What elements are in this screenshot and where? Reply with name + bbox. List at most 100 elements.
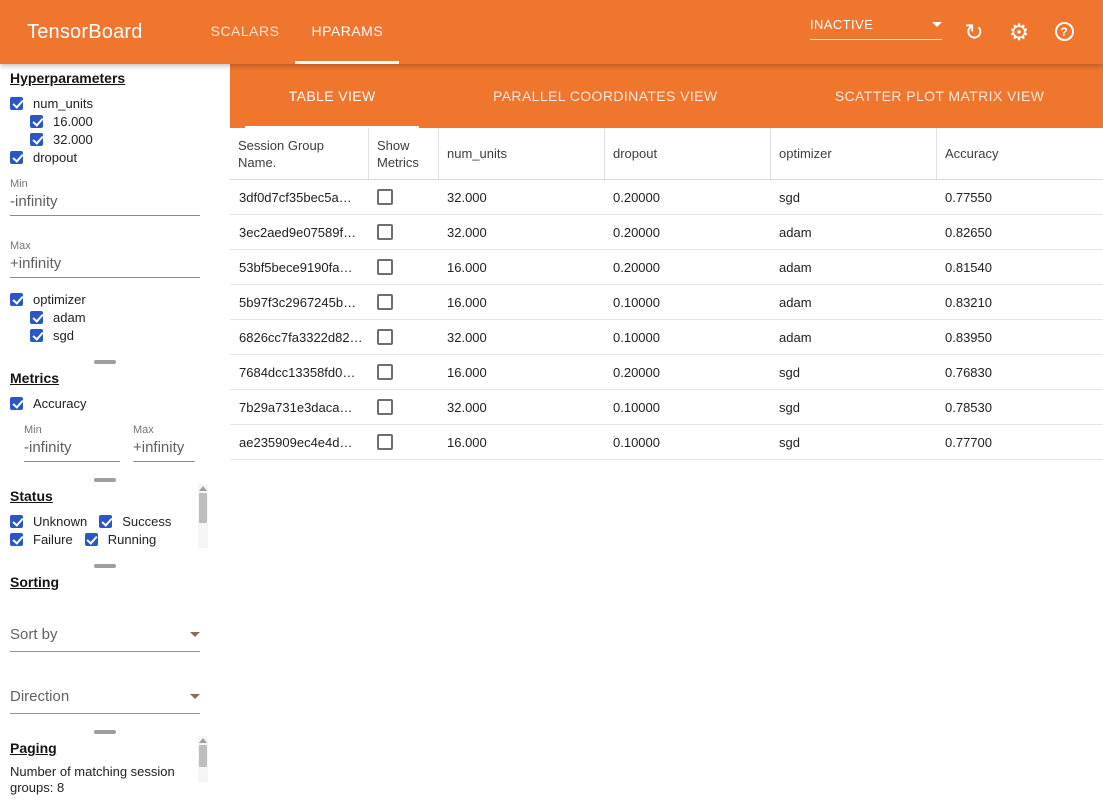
running-checkbox[interactable] (85, 533, 98, 546)
unknown-label: Unknown (33, 514, 87, 529)
sgd-checkbox[interactable] (30, 329, 43, 342)
hparam-optimizer-adam[interactable]: adam (30, 308, 200, 326)
show-metrics-checkbox[interactable] (377, 294, 393, 310)
dropout-checkbox[interactable] (10, 151, 23, 164)
show-metrics-checkbox[interactable] (377, 399, 393, 415)
show-metrics-checkbox[interactable] (377, 329, 393, 345)
session-group-name-cell: 53bf5bece9190fa… (230, 250, 368, 284)
help-icon[interactable]: ? (1051, 19, 1077, 45)
show-metrics-checkbox[interactable] (377, 434, 393, 450)
dropout-cell: 0.20000 (604, 250, 770, 284)
table-row[interactable]: ae235909ec4e4d… 16.000 0.10000 sgd 0.777… (230, 425, 1103, 460)
metric-accuracy[interactable]: Accuracy (10, 394, 200, 412)
num-units-16-checkbox[interactable] (30, 115, 43, 128)
metrics-panel: Metrics Accuracy Min -infinity Max +infi… (0, 364, 210, 462)
min-input[interactable]: -infinity (24, 439, 120, 462)
metrics-heading: Metrics (10, 370, 200, 386)
settings-icon[interactable]: ⚙ (1006, 19, 1032, 45)
tab-hparams[interactable]: HPARAMS (295, 0, 399, 64)
show-metrics-checkbox[interactable] (377, 224, 393, 240)
col-num-units[interactable]: num_units (438, 128, 604, 179)
dropout-cell: 0.10000 (604, 390, 770, 424)
num-units-32-label: 32.000 (53, 132, 93, 147)
table-row[interactable]: 3ec2aed9e07589f… 32.000 0.20000 adam 0.8… (230, 215, 1103, 250)
col-optimizer[interactable]: optimizer (770, 128, 936, 179)
direction-dropdown[interactable]: Direction (10, 688, 200, 714)
status-failure[interactable]: Failure (10, 530, 73, 548)
table-row[interactable]: 7684dcc13358fd0… 16.000 0.20000 sgd 0.76… (230, 355, 1103, 390)
table-row[interactable]: 7b29a731e3daca… 32.000 0.10000 sgd 0.785… (230, 390, 1103, 425)
min-label: Min (24, 424, 120, 436)
chevron-down-icon (190, 694, 200, 699)
accuracy-cell: 0.82650 (936, 215, 1103, 249)
max-input[interactable]: +infinity (10, 255, 200, 278)
sort-by-dropdown[interactable]: Sort by (10, 626, 200, 652)
failure-checkbox[interactable] (10, 533, 23, 546)
col-dropout[interactable]: dropout (604, 128, 770, 179)
session-group-name-cell: 3df0d7cf35bec5a… (230, 180, 368, 214)
accuracy-checkbox[interactable] (10, 397, 23, 410)
optimizer-cell: sgd (770, 180, 936, 214)
paging-heading: Paging (10, 740, 200, 756)
refresh-icon[interactable]: ↻ (961, 19, 987, 45)
scrollbar-thumb[interactable] (199, 745, 207, 767)
adam-checkbox[interactable] (30, 311, 43, 324)
table-row[interactable]: 6826cc7fa3322d82… 32.000 0.10000 adam 0.… (230, 320, 1103, 355)
hparam-dropout[interactable]: dropout (10, 148, 200, 166)
col-accuracy[interactable]: Accuracy (936, 128, 1103, 179)
num-units-checkbox[interactable] (10, 97, 23, 110)
hparam-num-units[interactable]: num_units (10, 94, 200, 112)
table-row[interactable]: 53bf5bece9190fa… 16.000 0.20000 adam 0.8… (230, 250, 1103, 285)
session-group-name-cell: 7684dcc13358fd0… (230, 355, 368, 389)
optimizer-cell: adam (770, 215, 936, 249)
show-metrics-cell (368, 355, 438, 389)
run-status-dropdown[interactable]: INACTIVE (810, 17, 942, 40)
accuracy-cell: 0.81540 (936, 250, 1103, 284)
num-units-16-label: 16.000 (53, 114, 93, 129)
app-title: TensorBoard (27, 0, 143, 64)
show-metrics-checkbox[interactable] (377, 189, 393, 205)
num-units-cell: 16.000 (438, 285, 604, 319)
toolbar-actions: INACTIVE ↻ ⚙ ? (810, 0, 1077, 64)
run-status-value: INACTIVE (810, 17, 873, 32)
status-unknown[interactable]: Unknown (10, 512, 87, 530)
table-row[interactable]: 5b97f3c2967245b… 16.000 0.10000 adam 0.8… (230, 285, 1103, 320)
table-row[interactable]: 3df0d7cf35bec5a… 32.000 0.20000 sgd 0.77… (230, 180, 1103, 215)
col-show-metrics[interactable]: Show Metrics (368, 128, 438, 179)
tab-scalars[interactable]: SCALARS (195, 0, 296, 64)
show-metrics-checkbox[interactable] (377, 364, 393, 380)
dropout-cell: 0.20000 (604, 355, 770, 389)
scroll-up-icon[interactable] (199, 486, 207, 491)
running-label: Running (108, 532, 156, 547)
top-toolbar: TensorBoard SCALARS HPARAMS INACTIVE ↻ ⚙… (0, 0, 1103, 64)
paging-scrollbar[interactable] (198, 736, 208, 782)
status-success[interactable]: Success (99, 512, 171, 530)
tab-scatter-plot-matrix-view[interactable]: SCATTER PLOT MATRIX VIEW (776, 64, 1103, 128)
min-input[interactable]: -infinity (10, 193, 200, 216)
tab-parallel-coordinates-view[interactable]: PARALLEL COORDINATES VIEW (434, 64, 776, 128)
optimizer-cell: adam (770, 320, 936, 354)
unknown-checkbox[interactable] (10, 515, 23, 528)
hparam-num-units-32[interactable]: 32.000 (30, 130, 200, 148)
hparam-optimizer-sgd[interactable]: sgd (30, 326, 200, 344)
tab-table-view[interactable]: TABLE VIEW (230, 64, 434, 128)
show-metrics-checkbox[interactable] (377, 259, 393, 275)
hparam-optimizer[interactable]: optimizer (10, 290, 200, 308)
scrollbar-thumb[interactable] (199, 493, 207, 523)
max-input[interactable]: +infinity (133, 439, 195, 462)
max-label: Max (10, 240, 200, 252)
accuracy-cell: 0.77700 (936, 425, 1103, 459)
col-session-group-name[interactable]: Session Group Name. (230, 128, 368, 179)
status-running[interactable]: Running (85, 530, 156, 548)
status-panel: Status Unknown Success Failure Running (0, 482, 210, 548)
num-units-cell: 16.000 (438, 250, 604, 284)
hparam-num-units-16[interactable]: 16.000 (30, 112, 200, 130)
num-units-32-checkbox[interactable] (30, 133, 43, 146)
optimizer-cell: sgd (770, 355, 936, 389)
scroll-up-icon[interactable] (199, 738, 207, 743)
success-checkbox[interactable] (99, 515, 112, 528)
optimizer-checkbox[interactable] (10, 293, 23, 306)
accuracy-cell: 0.78530 (936, 390, 1103, 424)
status-scrollbar[interactable] (198, 484, 208, 548)
chevron-down-icon (932, 22, 942, 27)
